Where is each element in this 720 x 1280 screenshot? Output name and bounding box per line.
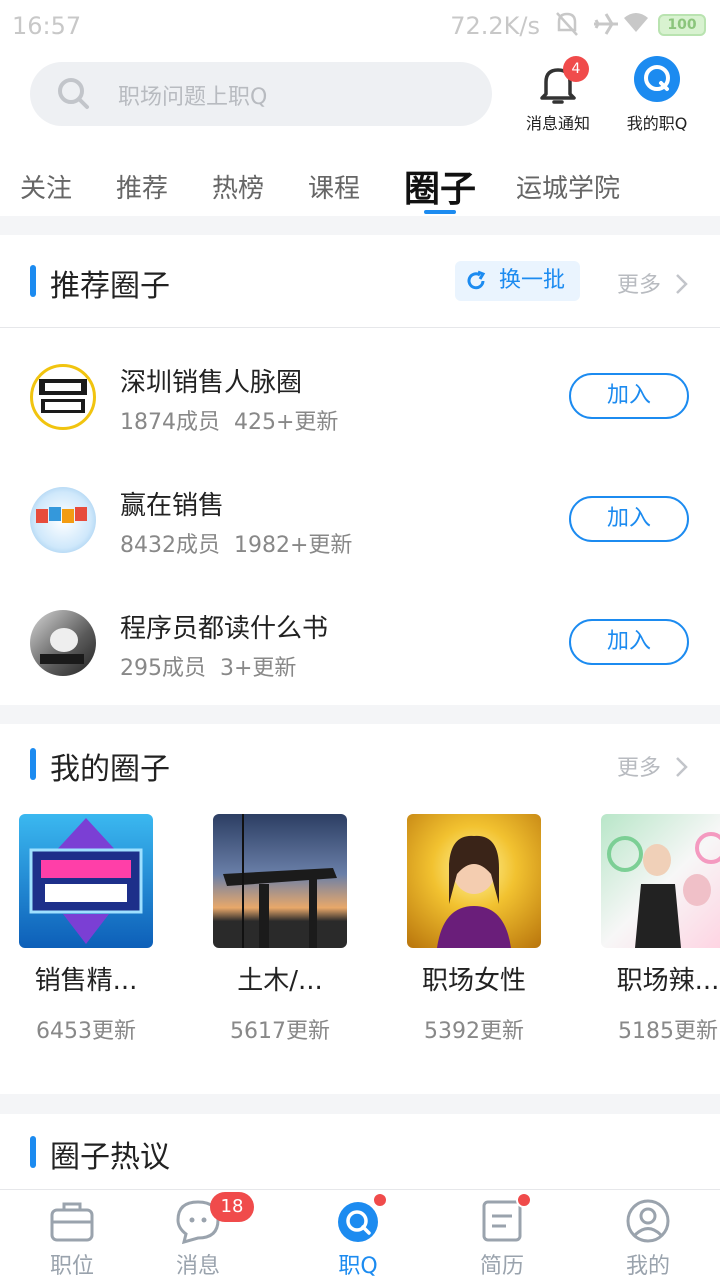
my-circle-item[interactable]: 职场女性 5392更新 [404, 814, 544, 1045]
refresh-button[interactable]: 换一批 [455, 261, 580, 301]
airplane-icon [592, 10, 620, 44]
message-badge: 18 [210, 1192, 254, 1222]
tab-follow[interactable]: 关注 [20, 168, 72, 205]
circle-updates: 6453更新 [36, 1019, 136, 1044]
my-circles-title: 我的圈子 [50, 752, 170, 787]
recommend-section: 推荐圈子 换一批 更多 深圳销售人脉圈 1874成员 425+更新 加入 赢在销… [0, 235, 720, 705]
circle-name: 程序员都读什么书 [120, 614, 329, 644]
briefcase-icon [50, 1202, 94, 1242]
circle-name: 职场女性 [421, 966, 526, 996]
section-marker [30, 748, 36, 780]
join-button[interactable]: 加入 [569, 373, 689, 419]
circle-avatar-sale [30, 487, 96, 553]
zhiq-red-dot [372, 1192, 388, 1208]
nav-label: 简历 [479, 1254, 524, 1279]
more-label: 更多 [616, 273, 661, 298]
member-count: 1874成员 [120, 410, 220, 435]
tab-course[interactable]: 课程 [308, 168, 360, 205]
circle-name: 深圳销售人脉圈 [120, 368, 303, 398]
recommend-item[interactable]: 赢在销售 8432成员 1982+更新 加入 [0, 451, 720, 574]
notifications-button[interactable]: 4 消息通知 [510, 56, 606, 134]
circle-thumbnail [601, 814, 720, 948]
section-marker [30, 1136, 36, 1168]
status-time: 16:57 [12, 12, 82, 40]
circle-updates: 5185更新 [618, 1019, 718, 1044]
active-tab-indicator [424, 210, 456, 214]
circle-thumbnail [213, 814, 347, 948]
circle-stats: 295成员 3+更新 [120, 650, 296, 682]
refresh-label: 换一批 [499, 268, 566, 293]
top-header: 职场问题上职Q 4 消息通知 我的职Q [0, 52, 720, 142]
mute-icon [554, 10, 580, 44]
circle-name: 土木/... [237, 966, 323, 996]
circle-name: 赢在销售 [120, 491, 225, 521]
zhiq-logo-icon [634, 56, 680, 102]
my-circle-item[interactable]: 销售精... 6453更新 [16, 814, 156, 1045]
recommend-more-link[interactable]: 更多 [617, 267, 690, 299]
nav-label: 职位 [49, 1254, 94, 1279]
chevron-right-icon [676, 274, 688, 294]
search-bar[interactable]: 职场问题上职Q [30, 62, 492, 126]
nav-resume[interactable]: 简历 [452, 1192, 552, 1280]
network-speed: 72.2K/s [450, 12, 540, 40]
member-count: 8432成员 [120, 533, 220, 558]
resume-red-dot [516, 1192, 532, 1208]
search-icon [56, 76, 92, 116]
hot-discussion-title: 圈子热议 [50, 1140, 170, 1175]
hot-discussion-section: 圈子热议 [0, 1114, 720, 1189]
circle-thumbnail [407, 814, 541, 948]
nav-profile[interactable]: 我的 [598, 1198, 698, 1280]
nav-zhiq[interactable]: 职Q [308, 1192, 408, 1280]
circle-updates: 5392更新 [424, 1019, 524, 1044]
category-tabs: 关注 推荐 热榜 课程 圈子 运城学院 [0, 142, 720, 216]
bottom-nav: 职位 18 消息 职Q 简历 我的 [0, 1189, 720, 1280]
nav-label: 我的 [625, 1254, 670, 1279]
notifications-label: 消息通知 [525, 114, 590, 133]
my-circles-more-link[interactable]: 更多 [617, 750, 690, 782]
circle-thumbnail [19, 814, 153, 948]
wifi-icon [622, 10, 650, 40]
circle-updates: 5617更新 [230, 1019, 330, 1044]
recommend-title: 推荐圈子 [50, 269, 170, 304]
tab-yuncheng-college[interactable]: 运城学院 [516, 168, 620, 205]
member-count: 295成员 [120, 656, 206, 681]
nav-label: 消息 [175, 1254, 220, 1279]
chevron-right-icon [676, 757, 688, 777]
join-button[interactable]: 加入 [569, 619, 689, 665]
my-zhiq-button[interactable]: 我的职Q [609, 56, 705, 134]
nav-label: 职Q [338, 1254, 378, 1279]
my-circle-item[interactable]: 职场辣... 5185更新 [598, 814, 720, 1045]
circle-avatar-shenzhen [30, 364, 96, 430]
section-marker [30, 265, 36, 297]
refresh-icon [467, 270, 486, 290]
circle-stats: 1874成员 425+更新 [120, 404, 338, 436]
my-zhiq-label: 我的职Q [626, 114, 688, 133]
join-button[interactable]: 加入 [569, 496, 689, 542]
battery-indicator: 100 [658, 14, 706, 36]
my-circles-section: 我的圈子 更多 销售精... 6453更新 土木/... 5617更新 职场女性 [0, 724, 720, 1094]
circle-avatar-programmer [30, 610, 96, 676]
tab-recommend[interactable]: 推荐 [116, 168, 168, 205]
my-circle-item[interactable]: 土木/... 5617更新 [210, 814, 350, 1045]
update-count: 425+更新 [234, 410, 339, 435]
status-bar: 16:57 72.2K/s 100 [0, 0, 720, 52]
tab-circle[interactable]: 圈子 [404, 160, 476, 212]
more-label: 更多 [616, 756, 661, 781]
update-count: 3+更新 [220, 656, 297, 681]
circle-stats: 8432成员 1982+更新 [120, 527, 352, 559]
update-count: 1982+更新 [234, 533, 353, 558]
tab-hot[interactable]: 热榜 [212, 168, 264, 205]
circle-name: 职场辣... [616, 966, 720, 996]
notification-badge: 4 [563, 56, 589, 82]
recommend-item[interactable]: 深圳销售人脉圈 1874成员 425+更新 加入 [0, 328, 720, 451]
circle-name: 销售精... [34, 966, 138, 996]
user-icon [626, 1199, 670, 1243]
nav-jobs[interactable]: 职位 [22, 1198, 122, 1280]
search-placeholder: 职场问题上职Q [118, 85, 268, 110]
recommend-item[interactable]: 程序员都读什么书 295成员 3+更新 加入 [0, 574, 720, 697]
nav-messages[interactable]: 18 消息 [148, 1192, 254, 1280]
